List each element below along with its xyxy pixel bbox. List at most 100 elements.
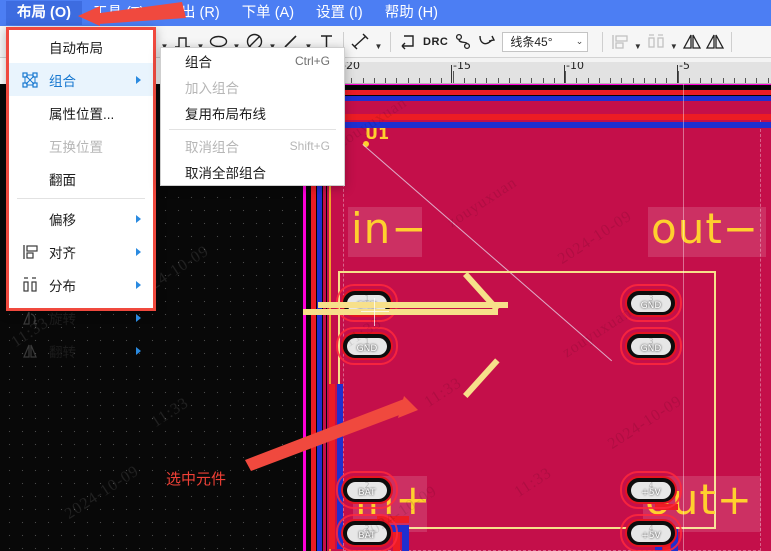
- menu-separator: [17, 198, 145, 199]
- chevron-down-icon[interactable]: ⌄: [576, 36, 584, 47]
- toolbar-divider: [390, 31, 391, 52]
- menubar-item-3[interactable]: 下单 (A): [231, 1, 305, 25]
- group-submenu[interactable]: 组合 Ctrl+G 加入组合复用布局布线取消组合 Shift+G 取消全部组合: [160, 47, 345, 186]
- via-tool-icon[interactable]: [452, 29, 475, 55]
- menubar-item-2[interactable]: 导出 (R): [156, 1, 231, 25]
- menu-item-label: 对齐: [49, 245, 76, 261]
- submenu-item-label: 复用布局布线: [185, 107, 266, 122]
- chevron-right-icon: [136, 313, 141, 322]
- ruler-tick: [362, 78, 364, 83]
- menu-item-9[interactable]: 翻转: [9, 334, 153, 367]
- trace-blue: [402, 532, 409, 551]
- menu-item-2[interactable]: 属性位置...: [9, 96, 153, 129]
- ruler-tick: [396, 78, 398, 83]
- menubar-item-1[interactable]: 工具 (T): [82, 1, 156, 25]
- menu-item-label: 翻面: [49, 172, 76, 188]
- ruler-tick: [733, 78, 735, 83]
- pad-inner: 1GND: [347, 337, 387, 355]
- ruler-tick: [621, 78, 623, 83]
- pcb-editor-window: zouyuxuan 2024-10-09 11:33 2024-10-09 11…: [0, 0, 771, 551]
- menu-item-label: 旋转: [49, 311, 76, 327]
- pad-inner: 3 GND: [631, 337, 671, 355]
- pcb-pad[interactable]: 2 BAT: [341, 476, 393, 504]
- line-mode-select[interactable]: 线条45° ⌄: [502, 31, 589, 52]
- pcb-pad[interactable]: 4 +5V: [625, 476, 677, 504]
- cursor-crosshair-h: [361, 311, 389, 312]
- menu-item-6[interactable]: 对齐: [9, 235, 153, 268]
- menu-item-7[interactable]: 分布: [9, 268, 153, 301]
- pcb-pad[interactable]: 3 GND: [625, 289, 677, 317]
- menu-item-4[interactable]: 翻面: [9, 162, 153, 195]
- menubar-item-5[interactable]: 帮助 (H): [374, 1, 449, 25]
- arrow-shaft-main: [303, 309, 498, 315]
- menu-item-label: 分布: [49, 278, 76, 294]
- teardrop-tool-icon[interactable]: [396, 29, 419, 55]
- ruler-tick: [666, 78, 668, 83]
- flip-horizontal-tool-icon[interactable]: [680, 29, 703, 55]
- menu-item-1[interactable]: 组合: [9, 63, 153, 96]
- menu-item-label: 自动布局: [49, 40, 103, 56]
- submenu-item-label: 加入组合: [185, 81, 239, 96]
- ruler-major-tick: [451, 65, 452, 83]
- cursor-crosshair-v: [374, 298, 375, 326]
- trace-blue-top: [343, 122, 771, 128]
- chevron-right-icon: [136, 247, 141, 256]
- pcb-board[interactable]: U1 in− out− in+ out+ 1 1 GND 3 GND 3 GND…: [303, 84, 771, 551]
- ruler-tick: [452, 71, 454, 83]
- submenu-item-1[interactable]: 加入组合: [161, 74, 344, 100]
- layout-dropdown-menu[interactable]: 自动布局组合属性位置... 互换位置翻面偏移对齐分布旋转翻转: [6, 27, 156, 360]
- menu-item-label: 组合: [49, 73, 76, 89]
- menubar-item-0[interactable]: 布局 (O): [6, 1, 82, 25]
- dimension-tool-icon[interactable]: [349, 29, 372, 55]
- ruler-tick: [508, 78, 510, 83]
- chevron-right-icon: [136, 346, 141, 355]
- submenu-item-label: 组合: [185, 55, 212, 70]
- submenu-item-2[interactable]: 复用布局布线: [161, 100, 344, 126]
- menu-item-5[interactable]: 偏移: [9, 202, 153, 235]
- chevron-right-icon: [136, 280, 141, 289]
- ruler-tick: [430, 78, 431, 83]
- ruler-tick: [497, 78, 499, 83]
- trace-red: [329, 384, 335, 549]
- ruler-tick: [475, 78, 476, 83]
- ruler-tick: [632, 78, 634, 83]
- chevron-down-icon[interactable]: ▼: [631, 29, 644, 55]
- toolbar-divider: [602, 31, 604, 52]
- ruler-tick: [576, 78, 578, 83]
- pcb-pad[interactable]: 2 BAT: [341, 519, 393, 547]
- submenu-item-0[interactable]: 组合 Ctrl+G: [161, 48, 344, 74]
- menu-item-0[interactable]: 自动布局: [9, 30, 153, 63]
- ruler-tick: [385, 78, 386, 83]
- ruler-tick: [711, 78, 713, 83]
- guide-line-vertical: [683, 84, 684, 551]
- chevron-down-icon[interactable]: ▼: [372, 29, 385, 55]
- submenu-item-4[interactable]: 取消全部组合: [161, 159, 344, 185]
- ruler-tick: [531, 78, 533, 83]
- pad-net-name: BAT: [358, 488, 376, 498]
- ruler-major-tick: [564, 65, 565, 83]
- pad-net-name: GND: [640, 344, 662, 354]
- menu-item-label: 翻转: [49, 344, 76, 360]
- align-tool-icon[interactable]: [608, 29, 631, 55]
- pad-net-name: +5V: [641, 531, 661, 541]
- chevron-down-icon[interactable]: ▼: [667, 29, 680, 55]
- menu-item-8[interactable]: 旋转: [9, 301, 153, 334]
- drc-button[interactable]: DRC: [419, 36, 452, 48]
- arrow-shaft: [318, 302, 508, 308]
- pcb-pad[interactable]: 3 GND: [625, 332, 677, 360]
- distribute-icon: [21, 276, 39, 294]
- distribute-tool-icon[interactable]: [644, 29, 667, 55]
- menubar-item-4[interactable]: 设置 (I): [305, 1, 374, 25]
- ruler-tick: [643, 78, 645, 83]
- group-icon: [21, 71, 39, 89]
- ruler-tick: [610, 78, 611, 83]
- ruler-tick: [688, 78, 690, 83]
- pcb-pad[interactable]: 1GND: [341, 332, 393, 360]
- ruler-tick: [373, 78, 375, 83]
- ruler-tick: [655, 78, 656, 83]
- submenu-item-3[interactable]: 取消组合 Shift+G: [161, 133, 344, 159]
- route-tool-icon[interactable]: [475, 29, 498, 55]
- pcb-pad[interactable]: 4 +5V: [625, 519, 677, 547]
- menu-item-3[interactable]: 互换位置: [9, 129, 153, 162]
- flip-vertical-tool-icon[interactable]: [703, 29, 726, 55]
